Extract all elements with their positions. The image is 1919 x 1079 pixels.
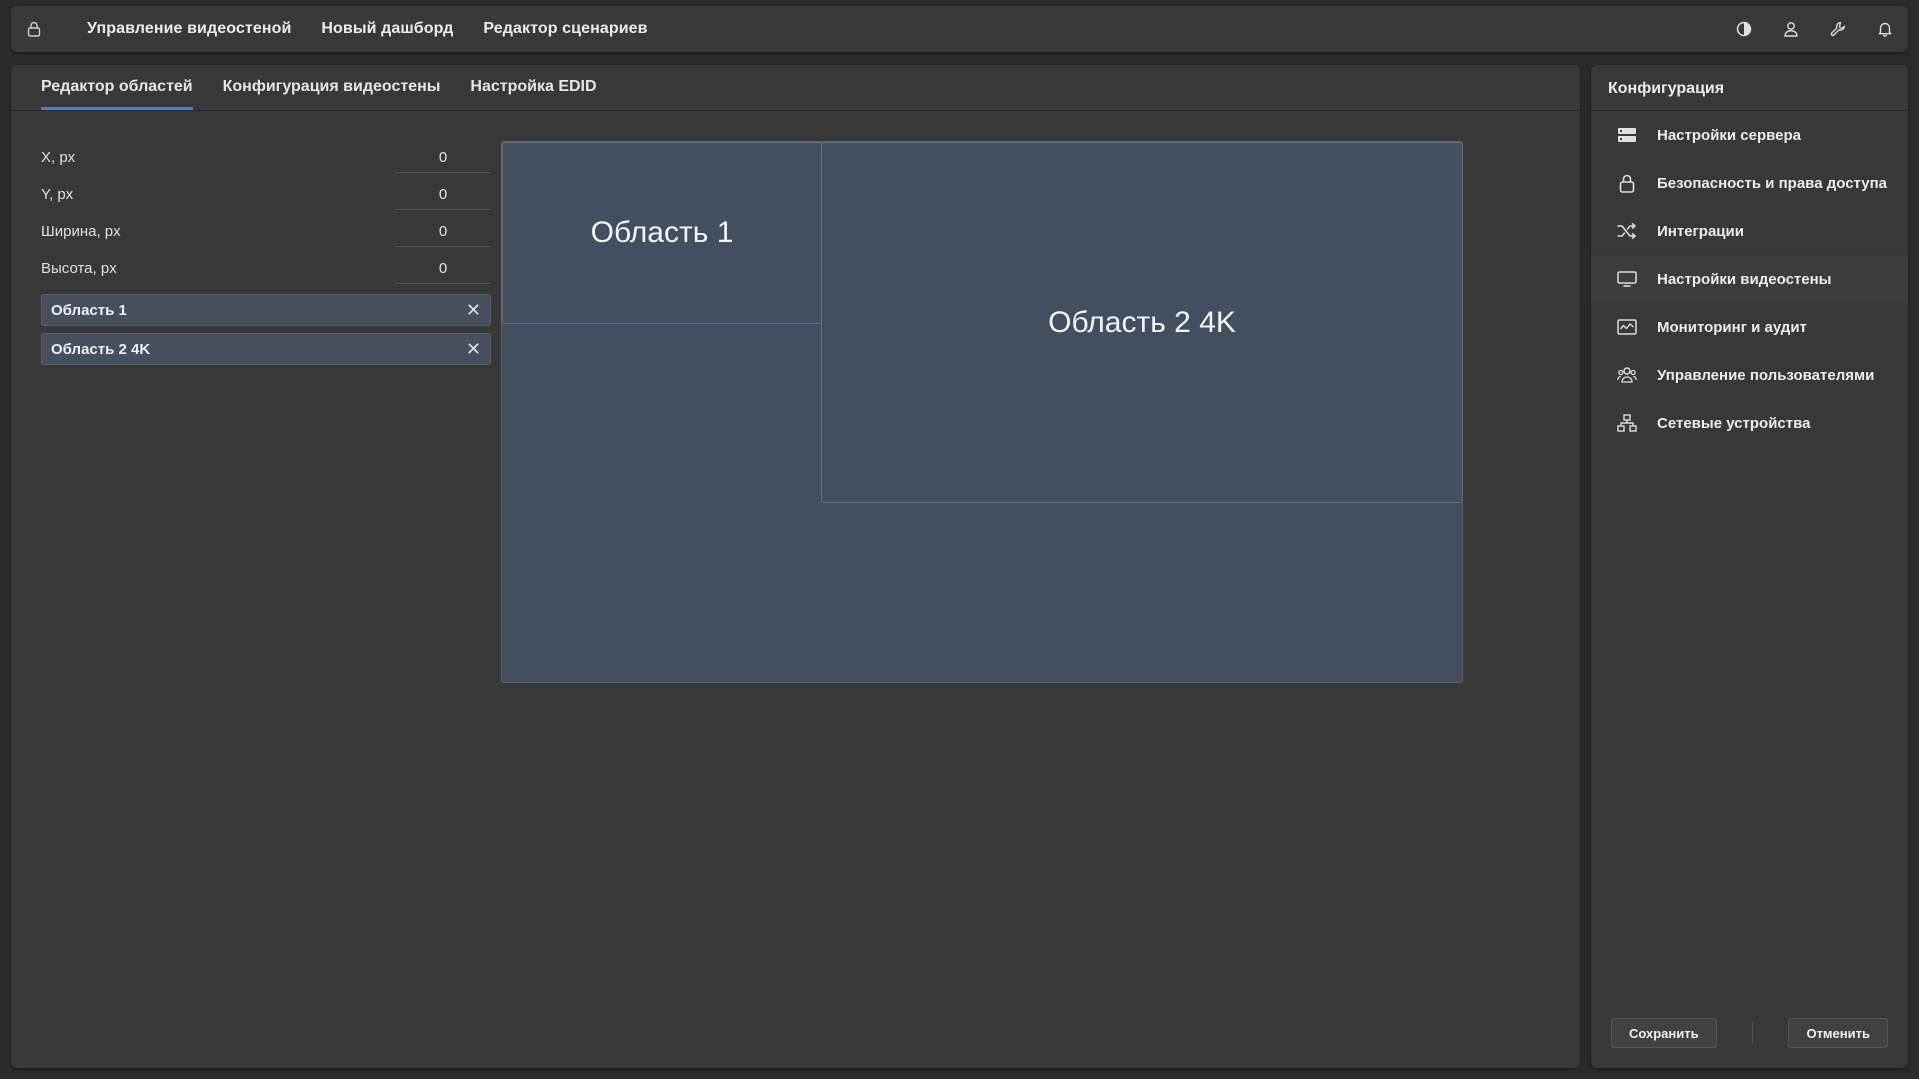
region-chip-1[interactable]: Область 1 ✕ bbox=[41, 294, 491, 326]
contrast-icon[interactable] bbox=[1720, 6, 1767, 52]
save-button[interactable]: Сохранить bbox=[1611, 1018, 1717, 1048]
user-icon[interactable] bbox=[1767, 6, 1814, 52]
region-label: Область 2 4K bbox=[1048, 305, 1236, 339]
canvas-region-2[interactable]: Область 2 4K bbox=[821, 142, 1463, 503]
prop-label: Ширина, px bbox=[41, 223, 121, 240]
sidebar-item-security[interactable]: Безопасность и права доступа bbox=[1591, 159, 1908, 207]
lock-icon[interactable] bbox=[11, 6, 57, 52]
prop-row-width: Ширина, px 0 bbox=[41, 213, 491, 250]
prop-label: Высота, px bbox=[41, 260, 117, 277]
footer-divider bbox=[1752, 1022, 1754, 1044]
sidebar-item-label: Сетевые устройства bbox=[1657, 414, 1811, 432]
main-panel: Редактор областей Конфигурация видеостен… bbox=[11, 65, 1580, 1068]
prop-label: Y, px bbox=[41, 186, 74, 203]
monitor-icon bbox=[1616, 268, 1638, 290]
region-label: Область 1 bbox=[590, 216, 734, 249]
sidebar-item-label: Настройки сервера bbox=[1657, 126, 1802, 144]
network-icon bbox=[1616, 412, 1638, 434]
shuffle-icon bbox=[1616, 220, 1638, 242]
sidebar-item-users[interactable]: Управление пользователями bbox=[1591, 351, 1908, 399]
prop-row-x: X, px 0 bbox=[41, 139, 491, 176]
height-input[interactable]: 0 bbox=[395, 254, 491, 284]
server-icon bbox=[1616, 124, 1638, 146]
nav-scenario-editor[interactable]: Редактор сценариев bbox=[483, 20, 647, 38]
sidebar-item-label: Интеграции bbox=[1657, 222, 1744, 240]
nav-videowall[interactable]: Управление видеостеной bbox=[87, 20, 291, 38]
main-nav: Управление видеостеной Новый дашборд Ред… bbox=[87, 20, 678, 38]
videowall-canvas[interactable]: Область 1 Область 2 4K bbox=[501, 141, 1463, 683]
sidebar-item-label: Безопасность и права доступа bbox=[1657, 174, 1887, 192]
tab-edid-settings[interactable]: Настройка EDID bbox=[470, 78, 596, 110]
sidebar-item-label: Настройки видеостены bbox=[1657, 270, 1832, 288]
region-chip-label: Область 1 bbox=[51, 301, 127, 319]
region-chip-2[interactable]: Область 2 4K ✕ bbox=[41, 333, 491, 365]
config-sidebar: Конфигурация Настройки сервера Безопасно… bbox=[1591, 65, 1908, 1068]
tab-region-editor[interactable]: Редактор областей bbox=[41, 78, 193, 110]
wrench-icon[interactable] bbox=[1814, 6, 1861, 52]
sidebar-item-videowall-settings[interactable]: Настройки видеостены bbox=[1591, 255, 1908, 303]
prop-row-height: Высота, px 0 bbox=[41, 250, 491, 287]
y-input[interactable]: 0 bbox=[395, 180, 491, 210]
sidebar-item-monitoring[interactable]: Мониторинг и аудит bbox=[1591, 303, 1908, 351]
users-icon bbox=[1616, 364, 1638, 386]
canvas-region-1[interactable]: Область 1 bbox=[502, 142, 822, 324]
close-icon[interactable]: ✕ bbox=[466, 301, 481, 319]
region-properties: X, px 0 Y, px 0 Ширина, px 0 Высота, px … bbox=[41, 139, 491, 365]
tab-videowall-config[interactable]: Конфигурация видеостены bbox=[223, 78, 441, 110]
prop-row-y: Y, px 0 bbox=[41, 176, 491, 213]
sidebar-footer: Сохранить Отменить bbox=[1611, 1018, 1888, 1048]
sidebar-item-integrations[interactable]: Интеграции bbox=[1591, 207, 1908, 255]
x-input[interactable]: 0 bbox=[395, 143, 491, 173]
tab-bar: Редактор областей Конфигурация видеостен… bbox=[11, 65, 1580, 111]
region-chip-label: Область 2 4K bbox=[51, 340, 151, 358]
cancel-button[interactable]: Отменить bbox=[1788, 1018, 1888, 1048]
sidebar-item-server-settings[interactable]: Настройки сервера bbox=[1591, 111, 1908, 159]
lock-icon bbox=[1616, 172, 1638, 194]
close-icon[interactable]: ✕ bbox=[466, 340, 481, 358]
sidebar-title: Конфигурация bbox=[1591, 65, 1908, 111]
sidebar-item-network-devices[interactable]: Сетевые устройства bbox=[1591, 399, 1908, 447]
sidebar-item-label: Мониторинг и аудит bbox=[1657, 318, 1807, 336]
prop-label: X, px bbox=[41, 149, 76, 166]
width-input[interactable]: 0 bbox=[395, 217, 491, 247]
sidebar-item-label: Управление пользователями bbox=[1657, 366, 1875, 384]
bell-icon[interactable] bbox=[1861, 6, 1908, 52]
nav-new-dashboard[interactable]: Новый дашборд bbox=[321, 20, 453, 38]
activity-icon bbox=[1616, 316, 1638, 338]
top-bar: Управление видеостеной Новый дашборд Ред… bbox=[11, 6, 1908, 52]
top-icons bbox=[1720, 6, 1908, 52]
